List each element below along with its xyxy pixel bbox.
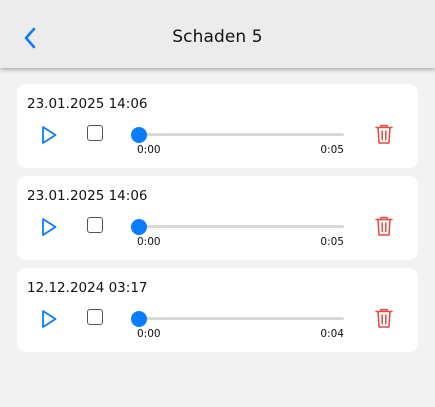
play-icon bbox=[42, 310, 57, 328]
current-time: 0:00 bbox=[137, 144, 161, 156]
duration: 0:05 bbox=[320, 236, 344, 248]
current-time: 0:00 bbox=[137, 328, 161, 340]
recording-date: 23.01.2025 14:06 bbox=[27, 188, 148, 204]
delete-button[interactable] bbox=[373, 123, 395, 145]
page-title: Schaden 5 bbox=[172, 27, 263, 47]
recording-card: 12.12.2024 03:17 0:00 0:04 bbox=[17, 268, 418, 352]
duration: 0:04 bbox=[320, 328, 344, 340]
play-button[interactable] bbox=[38, 216, 60, 238]
recording-date: 23.01.2025 14:06 bbox=[27, 96, 148, 112]
navigation-header: Schaden 5 bbox=[0, 0, 435, 68]
play-button[interactable] bbox=[38, 124, 60, 146]
playback-slider-thumb[interactable] bbox=[131, 310, 147, 327]
delete-button[interactable] bbox=[373, 215, 395, 237]
select-checkbox[interactable] bbox=[87, 125, 103, 141]
recording-card: 23.01.2025 14:06 0:00 0:05 bbox=[17, 84, 418, 168]
current-time: 0:00 bbox=[137, 236, 161, 248]
play-icon bbox=[42, 218, 57, 236]
play-icon bbox=[42, 126, 57, 144]
duration: 0:05 bbox=[320, 144, 344, 156]
play-button[interactable] bbox=[38, 308, 60, 330]
trash-icon bbox=[375, 308, 393, 328]
select-checkbox[interactable] bbox=[87, 309, 103, 325]
playback-slider-thumb[interactable] bbox=[131, 126, 147, 143]
playback-slider[interactable] bbox=[131, 310, 344, 327]
select-checkbox[interactable] bbox=[87, 217, 103, 233]
trash-icon bbox=[375, 124, 393, 144]
recording-card: 23.01.2025 14:06 0:00 0:05 bbox=[17, 176, 418, 260]
recordings-list: 23.01.2025 14:06 0:00 0:05 23.01.2025 14… bbox=[17, 84, 418, 360]
playback-slider-thumb[interactable] bbox=[131, 218, 147, 235]
recording-date: 12.12.2024 03:17 bbox=[27, 280, 148, 296]
trash-icon bbox=[375, 216, 393, 236]
playback-slider[interactable] bbox=[131, 126, 344, 143]
delete-button[interactable] bbox=[373, 307, 395, 329]
playback-slider[interactable] bbox=[131, 218, 344, 235]
